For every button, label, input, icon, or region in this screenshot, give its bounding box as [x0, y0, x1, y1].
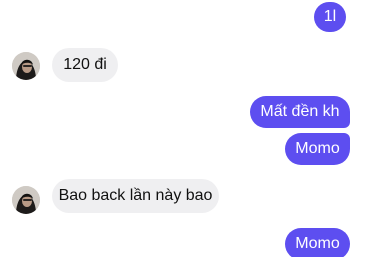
message-bubble-outgoing[interactable]: Momo	[285, 133, 350, 165]
message-bubble-outgoing[interactable]: Mất đền kh	[250, 96, 350, 128]
message-text: 120 đi	[63, 56, 107, 73]
message-bubble-outgoing[interactable]: Momo	[285, 228, 350, 257]
contact-avatar[interactable]	[12, 186, 40, 214]
chat-thread: 1l 120 đi Mất đền kh Momo Bao back lần n…	[0, 0, 374, 257]
message-bubble-outgoing[interactable]: 1l	[314, 2, 346, 32]
message-bubble-incoming[interactable]: 120 đi	[52, 48, 118, 82]
message-text: Momo	[295, 140, 340, 157]
message-text: Bao back lần này bao	[58, 187, 213, 204]
contact-avatar[interactable]	[12, 52, 40, 80]
message-text: Momo	[295, 235, 340, 252]
message-bubble-incoming[interactable]: Bao back lần này bao	[52, 179, 219, 213]
message-text: 1l	[323, 8, 337, 25]
person-photo-avatar-icon	[12, 52, 40, 80]
message-text: Mất đền kh	[260, 103, 340, 120]
person-photo-avatar-icon	[12, 186, 40, 214]
